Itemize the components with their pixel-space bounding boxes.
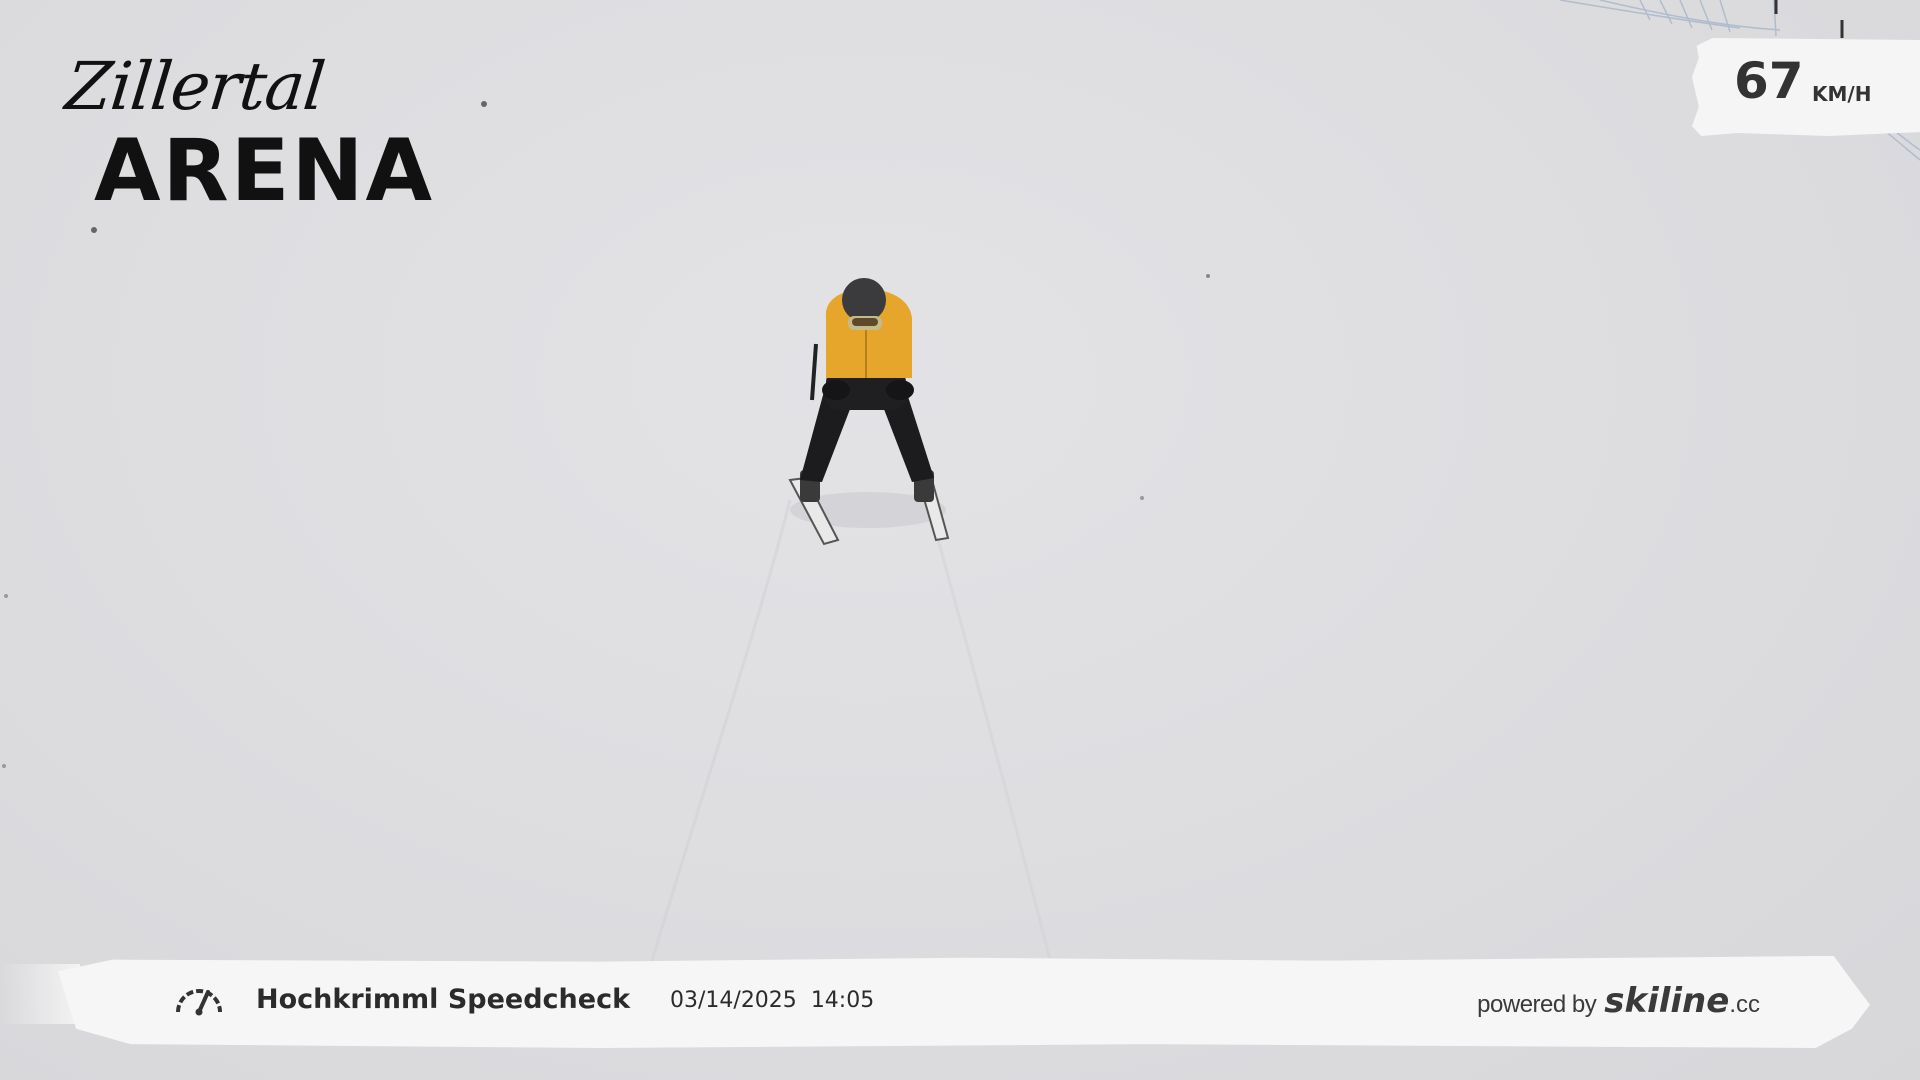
info-banner: Hochkrimml Speedcheck 03/14/2025 14:05 po… (0, 944, 1920, 1052)
skiline-tld: .cc (1729, 991, 1760, 1018)
skiline-brand: skiline (1604, 981, 1730, 1021)
logo-script-text: Zillertal (62, 48, 328, 125)
speedometer-icon (176, 989, 222, 1016)
location-name: Hochkrimml Speedcheck (256, 984, 631, 1015)
logo-main-text: ARENA (94, 121, 435, 221)
time-text: 14:05 (810, 988, 875, 1013)
speed-badge: 67 KM/H (1692, 38, 1920, 136)
speed-unit: KM/H (1812, 82, 1872, 106)
skier (788, 278, 950, 546)
zillertal-arena-logo: Zillertal ARENA (56, 48, 446, 221)
powered-by-label: powered by (1477, 991, 1597, 1018)
date-text: 03/14/2025 (670, 988, 797, 1013)
date-time: 03/14/2025 14:05 (670, 990, 874, 1012)
powered-by-skiline: powered by skiline.cc (1477, 984, 1760, 1018)
speed-value: 67 (1734, 52, 1804, 110)
